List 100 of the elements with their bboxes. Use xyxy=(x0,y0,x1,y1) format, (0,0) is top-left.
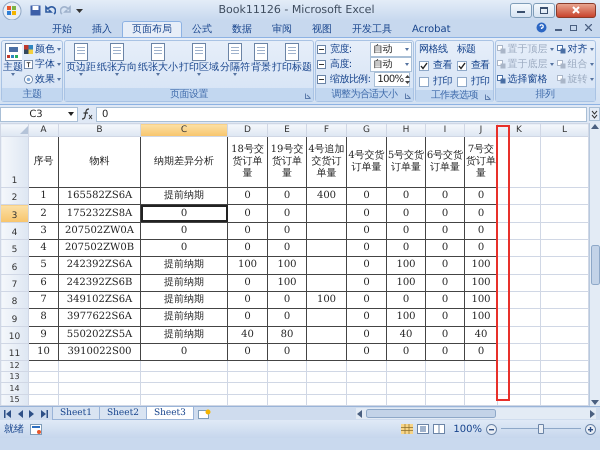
insert-sheet-icon[interactable] xyxy=(196,408,211,418)
cell-text: 207502ZW0B xyxy=(64,242,134,254)
row-header[interactable]: 8 xyxy=(0,291,28,309)
row-header[interactable]: 14 xyxy=(0,382,28,394)
row-header[interactable]: 12 xyxy=(0,360,28,372)
ribbon-tab[interactable]: 审阅 xyxy=(262,21,302,37)
ribbon-button[interactable]: 字体 xyxy=(24,58,61,70)
row-header[interactable]: 1 xyxy=(0,136,28,188)
cell-text: 4号交货订单量 xyxy=(348,150,386,174)
horizontal-scrollbar[interactable] xyxy=(356,408,596,419)
sheet-tab[interactable]: Sheet1 xyxy=(52,407,100,420)
dialog-launcher-icon[interactable] xyxy=(305,93,311,99)
ribbon-tab[interactable]: 开始 xyxy=(42,21,82,37)
zoom-out-icon[interactable] xyxy=(486,424,497,434)
ribbon-button[interactable]: 对齐 xyxy=(556,44,594,56)
row-header[interactable]: 3 xyxy=(0,204,28,222)
ribbon-button[interactable]: 纸张方向 xyxy=(97,42,137,87)
close-icon[interactable] xyxy=(585,24,592,31)
minimize-button[interactable] xyxy=(510,2,532,18)
ribbon-button[interactable]: 打印区域 xyxy=(179,42,219,87)
tab-scroll-icon[interactable] xyxy=(4,410,12,418)
ribbon-tab[interactable]: 视图 xyxy=(302,21,342,37)
column-header[interactable]: B xyxy=(58,124,140,137)
dialog-launcher-icon[interactable] xyxy=(484,94,491,100)
checkbox[interactable] xyxy=(419,76,429,86)
restore-icon[interactable] xyxy=(570,24,577,31)
checkbox[interactable] xyxy=(419,60,429,70)
row-header[interactable]: 10 xyxy=(0,326,28,344)
column-header[interactable]: F xyxy=(306,124,346,137)
dialog-launcher-icon[interactable] xyxy=(405,93,411,99)
column-header[interactable]: H xyxy=(386,124,426,137)
cell-text: 0 xyxy=(180,242,188,254)
scale-icon xyxy=(317,45,326,54)
ribbon-tab[interactable]: 数据 xyxy=(222,21,262,37)
row-header[interactable]: 13 xyxy=(0,372,28,383)
column-header[interactable]: D xyxy=(228,124,268,137)
column-header[interactable]: L xyxy=(540,124,588,137)
normal-view-icon[interactable] xyxy=(401,424,414,434)
ribbon-button[interactable]: 分隔符 xyxy=(220,42,250,87)
help-icon[interactable] xyxy=(536,22,547,33)
column-header[interactable]: I xyxy=(426,124,464,137)
cell-text: 0 xyxy=(402,190,410,202)
tab-scroll-icon[interactable] xyxy=(40,410,48,418)
checkbox-label: 打印 xyxy=(433,74,452,89)
page-break-view-icon[interactable] xyxy=(433,424,446,434)
active-cell[interactable]: 0 xyxy=(140,204,228,222)
slider-thumb[interactable] xyxy=(538,424,544,434)
checkbox[interactable] xyxy=(456,76,467,86)
ribbon-button[interactable]: 打印标题 xyxy=(272,42,312,87)
column-header[interactable]: A xyxy=(28,124,58,137)
row-header[interactable]: 5 xyxy=(0,240,28,257)
expand-icon[interactable] xyxy=(589,107,600,121)
name-box[interactable]: C3 xyxy=(0,106,78,122)
formula-field[interactable]: 0 xyxy=(96,106,587,122)
checkbox[interactable] xyxy=(456,60,467,70)
ribbon-tab[interactable]: Acrobat xyxy=(402,21,461,37)
vertical-scrollbar[interactable] xyxy=(589,123,600,406)
ribbon-button[interactable]: 选择窗格 xyxy=(496,74,554,86)
page-icon xyxy=(107,42,127,62)
caret-icon xyxy=(79,73,83,76)
close-button[interactable] xyxy=(556,2,596,18)
cell-text: 80 xyxy=(280,328,294,340)
ribbon-tab[interactable]: 插入 xyxy=(82,21,122,37)
sheet-tab[interactable]: Sheet3 xyxy=(146,407,194,420)
ribbon-tab[interactable]: 开发工具 xyxy=(342,21,402,37)
row-header[interactable]: 6 xyxy=(0,256,28,274)
themes-button[interactable]: 主题 xyxy=(3,42,23,87)
ribbon-button[interactable]: 背景 xyxy=(251,42,271,87)
page-layout-view-icon[interactable] xyxy=(417,424,430,434)
dropdown-field[interactable]: 自动 xyxy=(370,57,412,72)
column-header[interactable]: C xyxy=(140,124,228,137)
cell-text: 序号 xyxy=(34,156,54,168)
column-header[interactable]: J xyxy=(464,124,498,137)
column-header[interactable]: E xyxy=(268,124,306,137)
row-header[interactable]: 2 xyxy=(0,188,28,205)
cell-text: 0 xyxy=(402,224,410,236)
ribbon-tab[interactable]: 页面布局 xyxy=(122,21,182,37)
row-header[interactable]: 4 xyxy=(0,222,28,240)
column-header[interactable]: G xyxy=(346,124,386,137)
row-header[interactable]: 11 xyxy=(0,343,28,361)
ribbon-button[interactable]: 页边距 xyxy=(66,42,96,87)
spinner-field[interactable]: 100% xyxy=(374,72,410,87)
zoom-in-icon[interactable] xyxy=(585,424,596,434)
column-header[interactable]: K xyxy=(498,124,540,137)
sheet-tab[interactable]: Sheet2 xyxy=(98,407,147,420)
ribbon-button[interactable]: 颜色 xyxy=(24,44,61,56)
ribbon-button[interactable]: 效果 xyxy=(24,74,61,86)
row-header[interactable]: 9 xyxy=(0,308,28,326)
office-logo-icon[interactable] xyxy=(2,0,22,20)
save-icon[interactable] xyxy=(30,4,41,16)
row-header[interactable]: 15 xyxy=(0,394,28,406)
dropdown-field[interactable]: 自动 xyxy=(370,42,412,57)
function-icon[interactable] xyxy=(80,108,94,120)
macro-record-icon[interactable] xyxy=(30,424,42,434)
cell-text: 9 xyxy=(40,328,47,340)
ribbon-tab[interactable]: 公式 xyxy=(182,21,222,37)
maximize-button[interactable] xyxy=(533,2,555,18)
ribbon-button[interactable]: 纸张大小 xyxy=(138,42,178,87)
row-header[interactable]: 7 xyxy=(0,274,28,292)
undo-icon[interactable] xyxy=(45,4,56,16)
